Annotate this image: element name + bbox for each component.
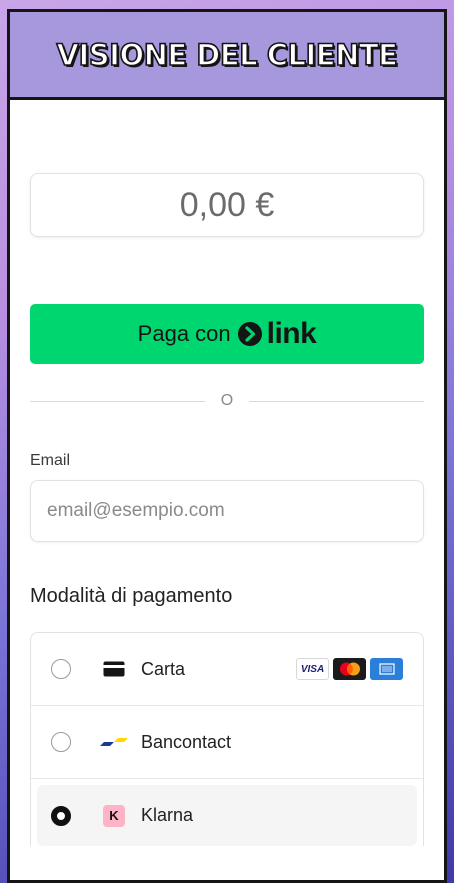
bancontact-icon <box>99 735 129 749</box>
card-radio[interactable] <box>51 659 71 679</box>
payment-method-klarna[interactable]: K Klarna <box>37 785 417 846</box>
mastercard-logo <box>333 658 366 680</box>
card-icon <box>99 661 129 677</box>
payment-method-bancontact[interactable]: Bancontact <box>31 706 423 779</box>
visa-logo: VISA <box>296 658 329 680</box>
pay-with-link-button[interactable]: Paga con link <box>30 304 424 364</box>
link-brand-word: link <box>266 317 317 350</box>
link-chevron-icon <box>237 322 262 346</box>
amex-logo <box>370 658 403 680</box>
divider-text: O <box>220 392 234 409</box>
title-banner: VISIONE DEL CLIENTE <box>10 12 444 100</box>
divider-line-right <box>249 400 425 402</box>
screenshot-frame: VISIONE DEL CLIENTE 0,00 € Paga con link… <box>7 9 447 883</box>
card-brands: VISA <box>296 658 403 680</box>
email-label: Email <box>30 452 71 469</box>
amount-value: 0,00 € <box>179 185 275 224</box>
klarna-label: Klarna <box>141 805 194 825</box>
klarna-radio[interactable] <box>51 805 71 826</box>
amount-display: 0,00 € <box>30 173 424 237</box>
payment-method-card[interactable]: Carta VISA <box>31 633 423 706</box>
link-logo: link <box>237 317 317 351</box>
klarna-badge: K <box>103 804 125 827</box>
payment-method-title: Modalità di pagamento <box>30 585 233 607</box>
checkout-form: 0,00 € Paga con link O Email Modalità di… <box>10 173 444 846</box>
visa-logo-text: VISA <box>300 663 325 675</box>
payment-method-list: Carta VISA Bancontact K Klarna <box>30 632 424 846</box>
or-divider: O <box>30 392 425 410</box>
klarna-icon: K <box>99 804 129 827</box>
bancontact-label: Bancontact <box>141 731 232 752</box>
card-label: Carta <box>141 658 186 679</box>
email-input[interactable] <box>30 480 424 542</box>
banner-title: VISIONE DEL CLIENTE <box>56 37 399 73</box>
divider-line-left <box>30 400 205 402</box>
bancontact-radio[interactable] <box>51 732 71 752</box>
link-button-prefix: Paga con <box>137 321 231 346</box>
